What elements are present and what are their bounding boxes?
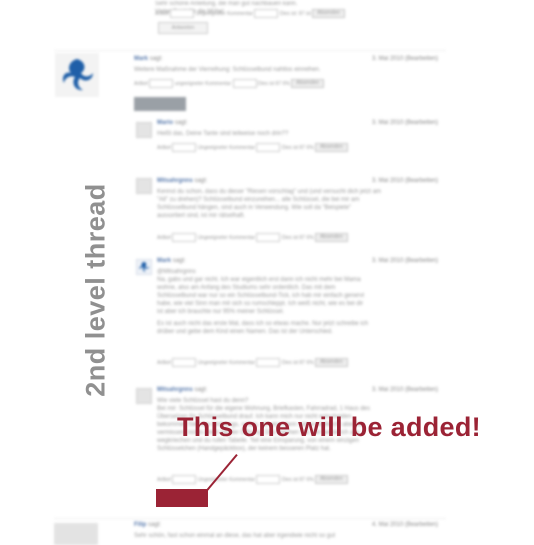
comment-rating-select[interactable] bbox=[256, 143, 281, 153]
article-rating-select[interactable] bbox=[149, 79, 174, 89]
article-rating-select[interactable] bbox=[172, 475, 197, 485]
rating-row: Artikel Ungeeigneter Kommentar Dies ist … bbox=[157, 358, 438, 368]
comment-author[interactable]: Mitsahrgnns bbox=[157, 178, 193, 184]
comment-date[interactable]: 3. Mai 2010 (Bearbeiten) bbox=[372, 55, 438, 64]
rating-row: Artikel Ungeeigneter Kommentar Dies ist:… bbox=[155, 9, 440, 19]
comment-author[interactable]: Filip bbox=[134, 522, 146, 528]
rating-submit-button[interactable]: Absenden bbox=[315, 358, 348, 368]
comment-rating-select[interactable] bbox=[256, 233, 281, 243]
comment-author[interactable]: Mario bbox=[157, 120, 173, 126]
comment-meta: Filip sagt: 4. Mai 2010 (Bearbeiten) bbox=[134, 521, 438, 530]
avatar bbox=[54, 523, 98, 545]
comment-body: Weitere Maßnahme der Vierreihung: Schlüs… bbox=[134, 67, 321, 73]
divider bbox=[54, 50, 446, 51]
avatar bbox=[136, 388, 152, 404]
comment-author[interactable]: Mitsahrgnns bbox=[157, 387, 193, 393]
rating-row: Artikel ungeeigneter Kommentar Dies ist … bbox=[134, 79, 438, 89]
article-rating-select[interactable] bbox=[172, 143, 197, 153]
article-rating-select[interactable] bbox=[170, 9, 195, 19]
avatar bbox=[136, 178, 152, 194]
rating-row: Artikel Ungeeigneter Kommentar Dies ist … bbox=[157, 233, 438, 243]
comment-body: Sehr schön, fast schon einmal an diese, … bbox=[134, 533, 336, 539]
comment: Mitsahrgnns sagt: 3. Mai 2010 (Bearbeite… bbox=[157, 177, 438, 243]
comment-meta: Mitsahrgnns sagt: 3. Mai 2010 (Bearbeite… bbox=[157, 177, 438, 186]
reply-button[interactable]: Antworten bbox=[158, 22, 208, 34]
rating-submit-button[interactable]: Absenden bbox=[291, 79, 324, 89]
comment-meta: Mark sagt: 3. Mai 2010 (Bearbeiten) bbox=[157, 257, 438, 266]
comment-meta: Mitsahrgnns sagt: 3. Mai 2010 (Bearbeite… bbox=[157, 386, 438, 395]
swirl-logo-icon bbox=[139, 261, 150, 272]
article-rating-select[interactable] bbox=[172, 233, 197, 243]
comment-rating-select[interactable] bbox=[256, 475, 281, 485]
comment-date[interactable]: 3. Mai 2010 (Bearbeiten) bbox=[372, 386, 438, 395]
comment-body: @Mitsahrgnns Na, gabs und gar nicht. Ich… bbox=[157, 269, 369, 335]
rating-row: Artikel Ungeeigneter Kommentar Dies ist … bbox=[157, 143, 438, 153]
comment-rating-select[interactable] bbox=[254, 9, 279, 19]
rating-row: Artikel Ungeeigneter Kommentar Dies ist … bbox=[157, 475, 438, 485]
comment-rating-select[interactable] bbox=[256, 358, 281, 368]
swirl-logo-icon bbox=[62, 59, 93, 91]
comment-date[interactable]: 3. Mai 2010 (Bearbeiten) bbox=[372, 177, 438, 186]
comment-body: Heißt das, Deine Tante sind teilweise no… bbox=[157, 131, 289, 137]
comment-meta: Mark sagt: 3. Mai 2010 (Bearbeiten) bbox=[134, 55, 438, 64]
comment-date[interactable]: 3. Mai 2010 (Bearbeiten) bbox=[372, 119, 438, 128]
callout-text: This one will be added! bbox=[177, 412, 481, 442]
comment-date[interactable]: 3. Mai 2010 (Bearbeiten) bbox=[372, 257, 438, 266]
new-reply-marker bbox=[156, 489, 208, 507]
comment-rating-select[interactable] bbox=[232, 79, 257, 89]
comment: Filip sagt: 4. Mai 2010 (Bearbeiten) Seh… bbox=[134, 521, 438, 543]
comment-body: Kennst du schon, dass du dieser "Riesen … bbox=[157, 189, 382, 219]
thread-level-label: 2nd level thread bbox=[80, 183, 111, 397]
reply-placeholder[interactable] bbox=[134, 97, 186, 111]
article-rating-select[interactable] bbox=[172, 358, 197, 368]
avatar bbox=[136, 259, 152, 275]
comment-author[interactable]: Mark bbox=[134, 56, 148, 62]
rating-submit-button[interactable]: Absenden bbox=[315, 475, 348, 485]
comment-date[interactable]: 4. Mai 2010 (Bearbeiten) bbox=[372, 521, 438, 530]
comment-meta: Mario sagt: 3. Mai 2010 (Bearbeiten) bbox=[157, 119, 438, 128]
rating-submit-button[interactable]: Absenden bbox=[315, 233, 348, 243]
rating-submit-button[interactable]: Absenden bbox=[315, 143, 348, 153]
comment: Mark sagt: 3. Mai 2010 (Bearbeiten) @Mit… bbox=[157, 257, 438, 373]
comment-author[interactable]: Mark bbox=[157, 258, 171, 264]
avatar bbox=[136, 122, 152, 138]
rating-submit-button[interactable]: Absenden bbox=[312, 9, 345, 19]
comment: Mario sagt: 3. Mai 2010 (Bearbeiten) Hei… bbox=[157, 119, 438, 155]
avatar bbox=[55, 53, 99, 97]
divider bbox=[54, 518, 446, 519]
comment: Mark sagt: 3. Mai 2010 (Bearbeiten) Weit… bbox=[134, 55, 438, 95]
